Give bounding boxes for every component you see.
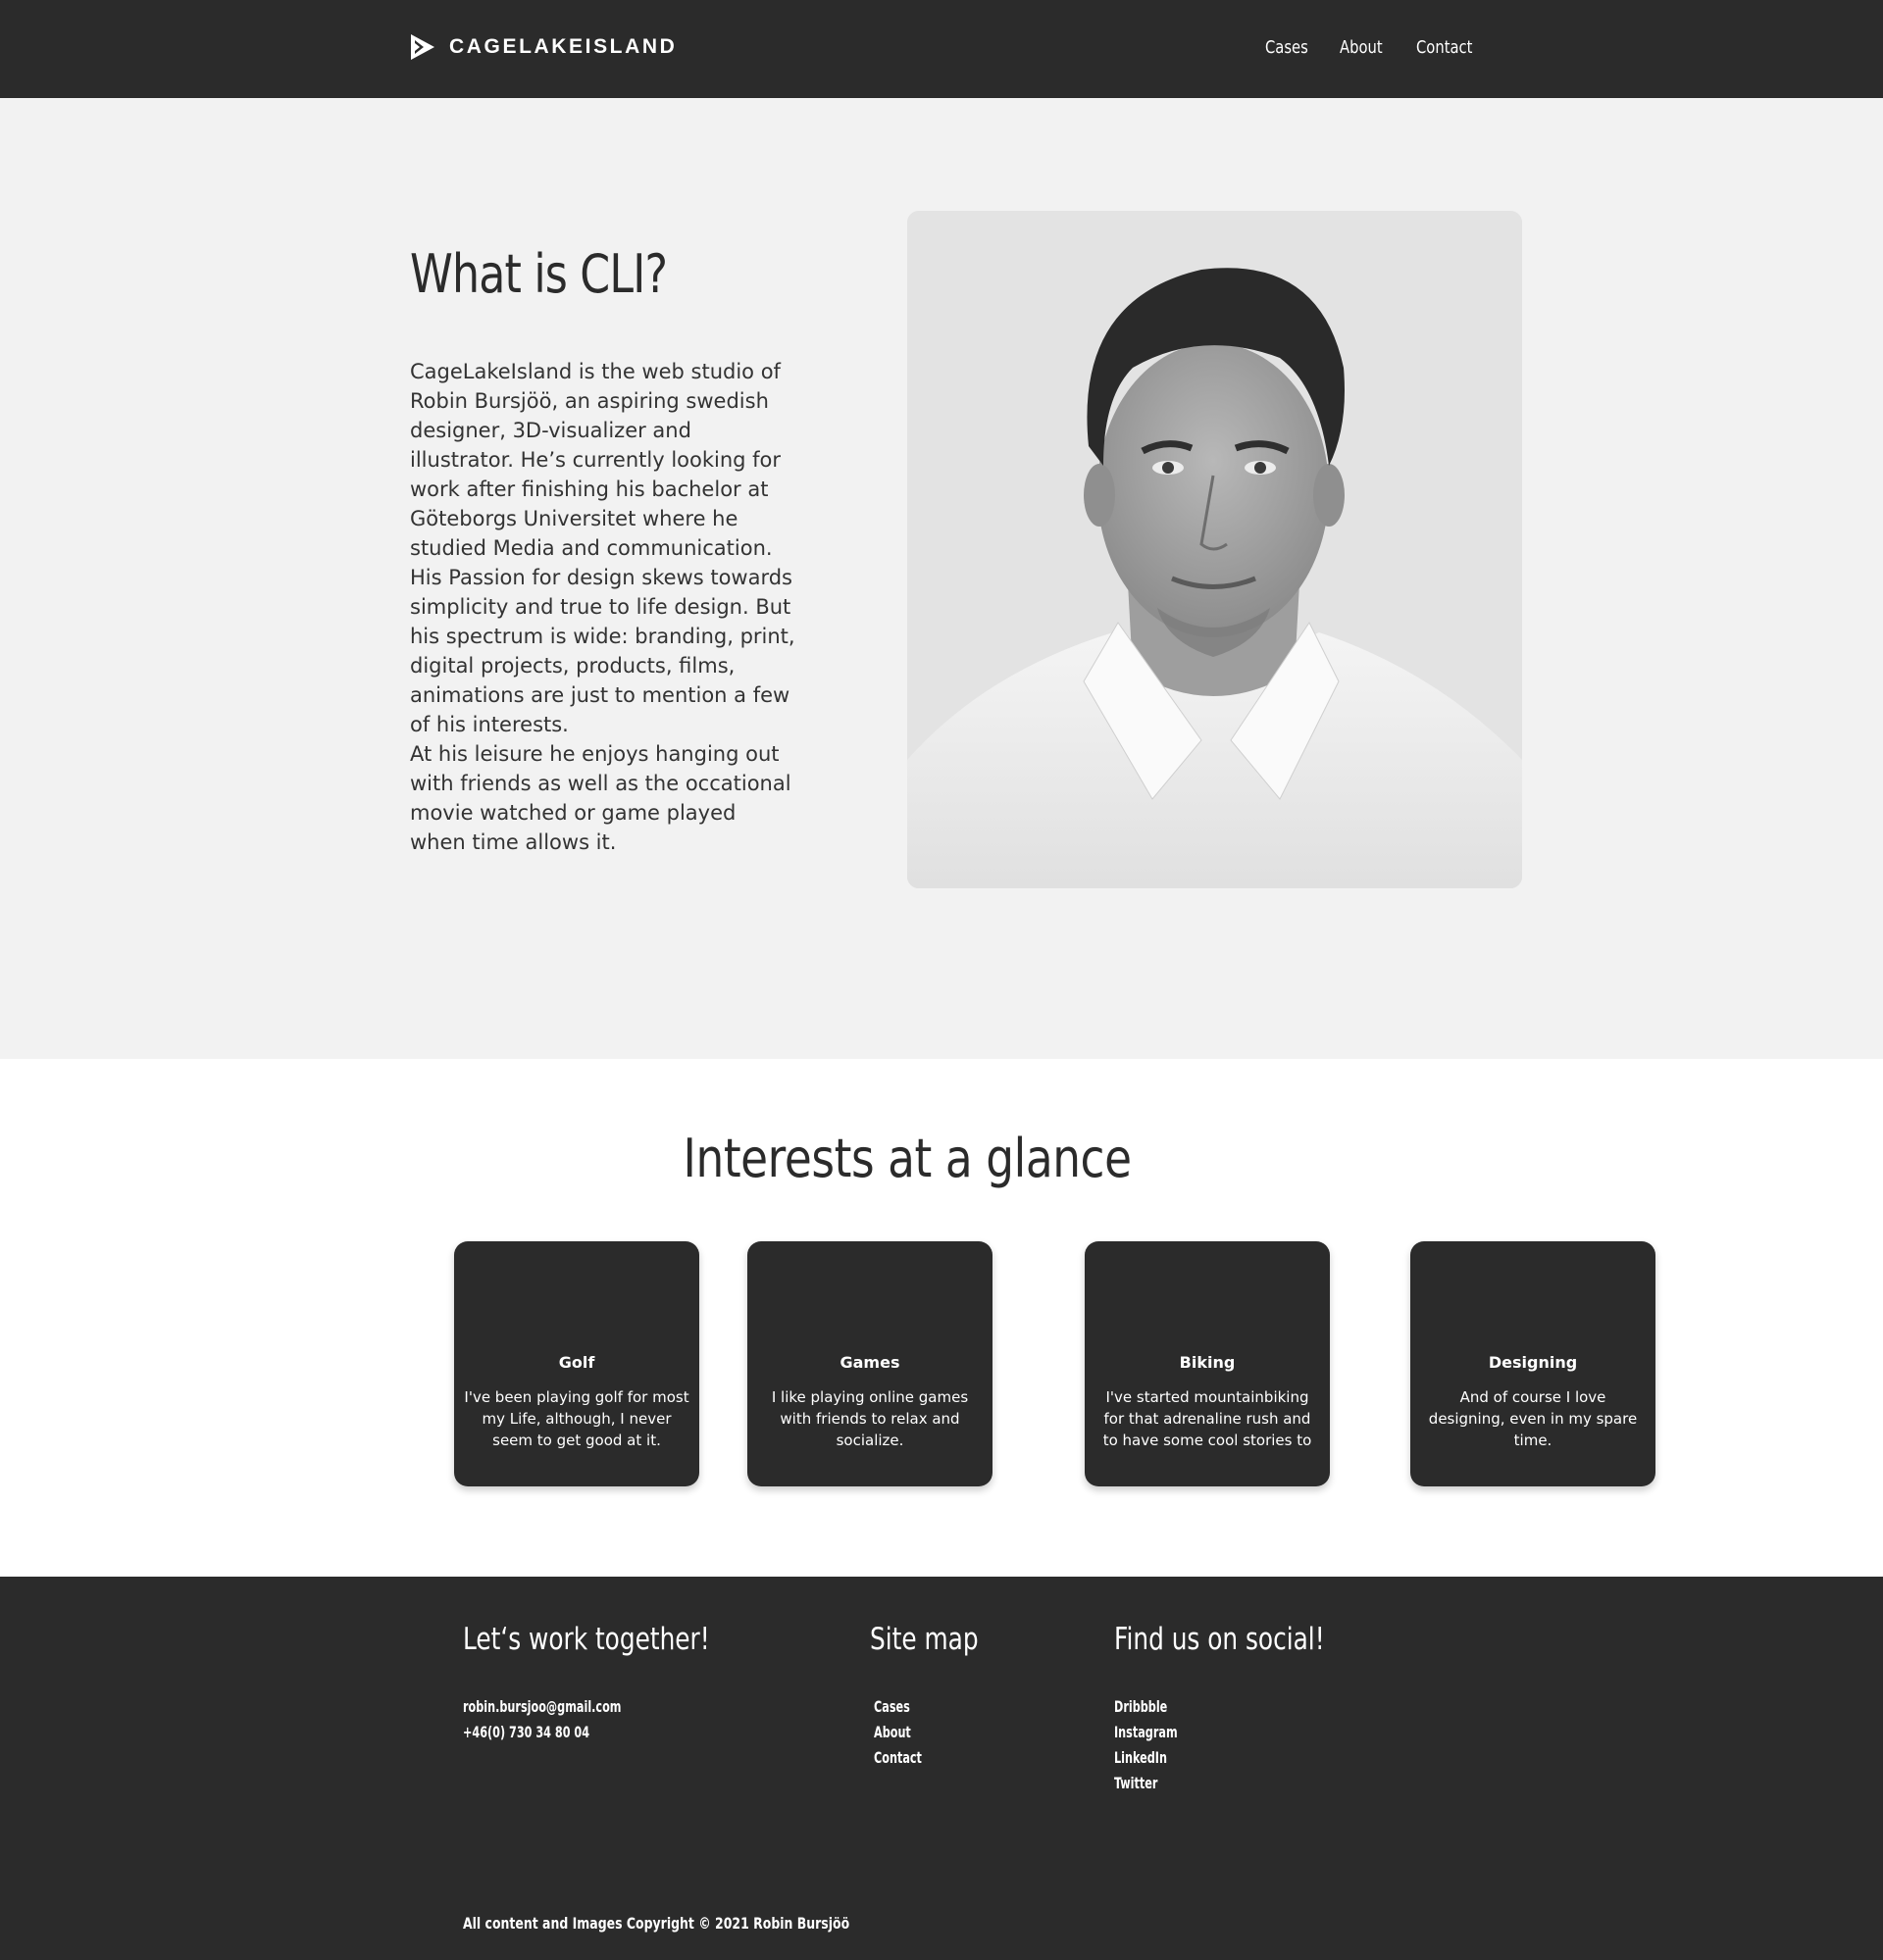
card-text: I've started mountainbiking for that adr… [1102,1388,1312,1449]
portrait-illustration [907,211,1522,888]
card-title: Golf [558,1353,595,1372]
copyright-text: All content and Images Copyright © 2021 … [463,1914,850,1933]
sitemap-about-link[interactable]: About [874,1720,922,1745]
nav-contact[interactable]: Contact [1416,37,1472,58]
instagram-link[interactable]: Instagram [1114,1720,1178,1745]
nav-cases[interactable]: Cases [1265,37,1308,58]
phone-link[interactable]: +46(0) 730 34 80 04 [463,1720,621,1745]
email-link[interactable]: robin.bursjoo@gmail.com [463,1694,621,1720]
twitter-link[interactable]: Twitter [1114,1771,1178,1796]
card-text: I like playing online games with friends… [771,1388,969,1449]
card-text: And of course I love designing, even in … [1428,1388,1638,1449]
sitemap-cases-link[interactable]: Cases [874,1694,922,1720]
nav-about[interactable]: About [1340,37,1383,58]
portrait-photo [907,211,1522,888]
card-text: I've been playing golf for most my Life,… [464,1388,689,1449]
dribbble-link[interactable]: Dribbble [1114,1694,1178,1720]
social-links: Dribbble Instagram LinkedIn Twitter [1114,1694,1178,1796]
footer-social-heading: Find us on social! [1114,1622,1325,1657]
contact-info: robin.bursjoo@gmail.com +46(0) 730 34 80… [463,1694,621,1745]
about-paragraph-1: CageLakeIsland is the web studio of Robi… [410,360,795,736]
interest-card-biking: Biking I've started mountainbiking for t… [1085,1241,1330,1486]
card-title: Designing [1488,1353,1578,1372]
site-header: CAGELAKEISLAND Cases About Contact [0,0,1883,98]
brand-name: CAGELAKEISLAND [449,35,678,58]
interests-heading: Interests at a glance [683,1128,1132,1189]
interest-card-designing: Designing And of course I love designing… [1410,1241,1655,1486]
interest-card-golf: Golf I've been playing golf for most my … [454,1241,699,1486]
card-title: Biking [1179,1353,1236,1372]
card-title: Games [840,1353,900,1372]
footer-work-heading: Let‘s work together! [463,1622,710,1657]
play-logo-icon [411,34,434,60]
page-title: What is CLI? [410,243,668,305]
site-footer: Let‘s work together! robin.bursjoo@gmail… [0,1577,1883,1960]
sitemap-contact-link[interactable]: Contact [874,1745,922,1771]
footer-sitemap-heading: Site map [870,1622,979,1657]
linkedin-link[interactable]: LinkedIn [1114,1745,1178,1771]
about-paragraph-2: At his leisure he enjoys hanging out wit… [410,742,791,854]
interest-card-games: Games I like playing online games with f… [747,1241,992,1486]
sitemap-links: Cases About Contact [874,1694,922,1771]
brand-logo[interactable]: CAGELAKEISLAND [410,33,677,61]
